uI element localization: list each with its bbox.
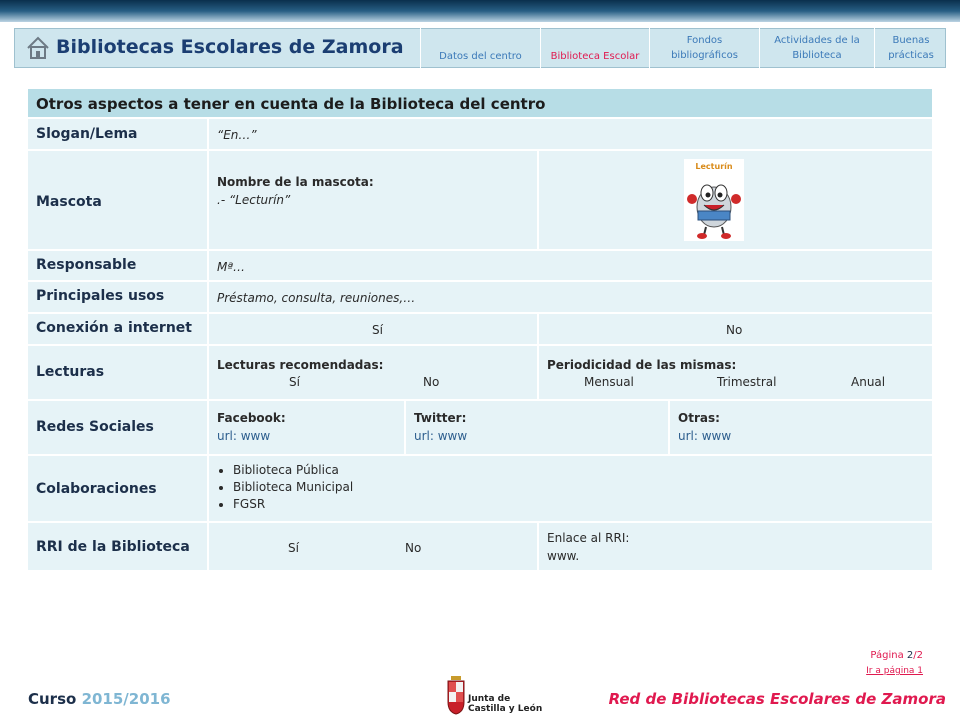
- row-mascota: Mascota Nombre de la mascota: .- “Lectur…: [28, 151, 932, 251]
- colaboraciones-label: Colaboraciones: [36, 481, 157, 497]
- logo-line1: Junta de: [468, 694, 511, 704]
- site-header: Bibliotecas Escolares de Zamora Datos de…: [14, 28, 946, 68]
- page-indicator: Página 2/2: [870, 650, 923, 661]
- nav-datos-del-centro[interactable]: Datos del centro: [420, 28, 540, 68]
- row-colaboraciones: Colaboraciones Biblioteca Pública Biblio…: [28, 456, 932, 523]
- page-total: /2: [913, 650, 923, 661]
- periodicidad-mensual: Mensual: [584, 375, 634, 389]
- mascota-name-label: Nombre de la mascota:: [217, 175, 374, 189]
- footer-network-name: Red de Bibliotecas Escolares de Zamora: [608, 690, 946, 708]
- twitter-label: Twitter:: [414, 411, 467, 425]
- row-rri: RRI de la Biblioteca Sí No Enlace al RRI…: [28, 523, 932, 572]
- junta-castilla-leon-logo: Junta de Castilla y León: [446, 674, 542, 718]
- twitter-url: url: www: [414, 429, 468, 443]
- section-title: Otros aspectos a tener en cuenta de la B…: [28, 89, 932, 119]
- facebook-label: Facebook:: [217, 411, 286, 425]
- responsable-value: Mª…: [217, 260, 246, 274]
- row-usos: Principales usos Préstamo, consulta, reu…: [28, 282, 932, 314]
- mascota-name-value: .- “Lecturín”: [217, 193, 291, 207]
- periodicidad-trimestral: Trimestral: [717, 375, 777, 389]
- nav-biblioteca-escolar[interactable]: Biblioteca Escolar: [540, 28, 649, 68]
- go-to-page-1-link[interactable]: Ir a página 1: [866, 666, 923, 676]
- internet-yes: Sí: [372, 323, 383, 337]
- rri-no: No: [405, 541, 422, 555]
- page-label: Página: [870, 650, 904, 661]
- otras-label: Otras:: [678, 411, 720, 425]
- usos-label: Principales usos: [36, 288, 165, 304]
- mascota-label: Mascota: [36, 194, 102, 210]
- row-responsable: Responsable Mª…: [28, 251, 932, 282]
- lecturas-yes: Sí: [289, 375, 300, 389]
- list-item: Biblioteca Municipal: [233, 479, 353, 496]
- list-item: Biblioteca Pública: [233, 462, 353, 479]
- periodicidad-anual: Anual: [851, 375, 886, 389]
- list-item: FGSR: [233, 496, 353, 513]
- svg-text:Lecturín: Lecturín: [695, 162, 732, 171]
- logo-line2: Castilla y León: [468, 704, 543, 714]
- top-decor-bar: [0, 0, 960, 22]
- internet-no: No: [726, 323, 743, 337]
- row-internet: Conexión a internet Sí No: [28, 314, 932, 346]
- home-icon[interactable]: [25, 35, 51, 61]
- row-lecturas: Lecturas Lecturas recomendadas: Sí No Pe…: [28, 346, 932, 401]
- facebook-url: url: www: [217, 429, 271, 443]
- otras-url: url: www: [678, 429, 732, 443]
- rri-yes: Sí: [288, 541, 299, 555]
- mascot-image: Lecturín: [684, 159, 744, 241]
- row-slogan: Slogan/Lema “En…”: [28, 119, 932, 151]
- nav-buenas-practicas[interactable]: Buenas prácticas: [874, 28, 947, 68]
- library-aspects-table: Otros aspectos a tener en cuenta de la B…: [28, 89, 932, 572]
- colaboraciones-list: Biblioteca Pública Biblioteca Municipal …: [217, 462, 353, 513]
- lecturas-recomendadas-label: Lecturas recomendadas:: [217, 358, 384, 372]
- lecturas-no: No: [423, 375, 440, 389]
- slogan-value: “En…”: [217, 128, 257, 142]
- coat-of-arms-icon: [447, 676, 465, 715]
- row-redes: Redes Sociales Facebook: url: www Twitte…: [28, 401, 932, 456]
- rri-enlace-value: www.: [547, 549, 580, 563]
- internet-label: Conexión a internet: [36, 320, 192, 336]
- site-title: Bibliotecas Escolares de Zamora: [56, 36, 404, 58]
- periodicidad-label: Periodicidad de las mismas:: [547, 358, 737, 372]
- footer-curso: Curso 2015/2016: [28, 690, 171, 708]
- lecturas-label: Lecturas: [36, 364, 105, 380]
- nav-actividades-biblioteca[interactable]: Actividades de la Biblioteca: [759, 28, 874, 68]
- responsable-label: Responsable: [36, 257, 137, 273]
- curso-year: 2015/2016: [81, 690, 171, 708]
- slogan-label: Slogan/Lema: [36, 126, 138, 142]
- nav-fondos-bibliograficos[interactable]: Fondos bibliográficos: [649, 28, 759, 68]
- redes-label: Redes Sociales: [36, 419, 154, 435]
- curso-label: Curso: [28, 690, 77, 708]
- rri-enlace-label: Enlace al RRI:: [547, 531, 630, 545]
- rri-label: RRI de la Biblioteca: [36, 539, 190, 555]
- usos-value: Préstamo, consulta, reuniones,…: [217, 291, 416, 305]
